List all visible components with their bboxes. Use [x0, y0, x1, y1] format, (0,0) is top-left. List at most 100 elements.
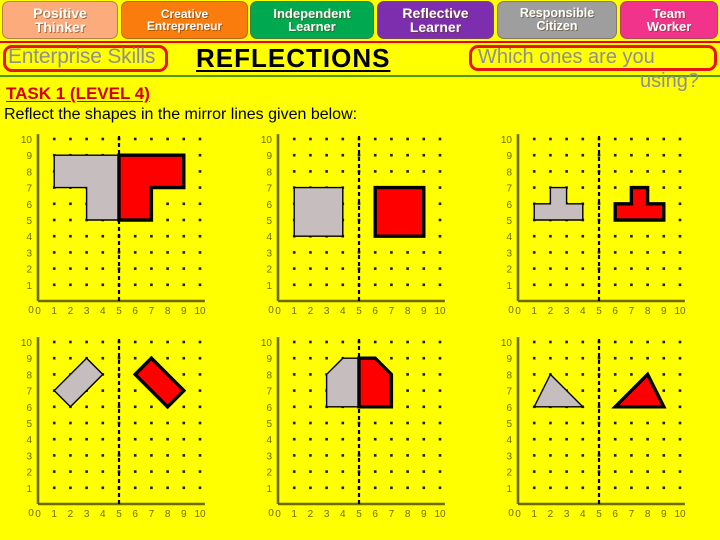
- svg-text:1: 1: [506, 484, 512, 495]
- svg-text:6: 6: [506, 200, 512, 211]
- svg-text:1: 1: [51, 306, 57, 317]
- reflection-grid-5: 0 1 2 3 4 5 6 7 8 9 10 0 1 2 3 4 5 6 7 8 9 10: [240, 336, 480, 539]
- svg-text:9: 9: [181, 306, 187, 317]
- svg-text:6: 6: [372, 509, 378, 520]
- original-rotated-rectangle: [53, 357, 104, 408]
- svg-text:4: 4: [266, 232, 272, 243]
- svg-text:8: 8: [165, 509, 171, 520]
- original-T-shape: [533, 186, 584, 221]
- svg-text:2: 2: [26, 468, 32, 479]
- skill-tab-reflective-learner[interactable]: Reflective Learner: [377, 1, 494, 39]
- svg-text:1: 1: [291, 306, 297, 317]
- svg-text:1: 1: [291, 509, 297, 520]
- enterprise-skills-label: Enterprise Skills: [8, 45, 156, 68]
- original-triangle: [533, 373, 585, 408]
- worksheet-grid-area: 0 1 2 3 4 5 6 7 8 9 10 0 1 2 3 4 5 6 7 8 9 10 0 1 2 3 4 5 6 7 8 9 10 0 1 2…: [0, 133, 720, 540]
- svg-text:0: 0: [268, 305, 274, 316]
- svg-text:7: 7: [389, 306, 395, 317]
- reflection-grid-3: 0 1 2 3 4 5 6 7 8 9 10 0 1 2 3 4 5 6 7 8 9 10: [480, 133, 720, 336]
- svg-text:2: 2: [68, 306, 74, 317]
- svg-text:8: 8: [266, 370, 272, 381]
- svg-text:9: 9: [661, 509, 667, 520]
- svg-text:8: 8: [405, 509, 411, 520]
- svg-text:2: 2: [266, 265, 272, 276]
- svg-text:7: 7: [506, 387, 512, 398]
- svg-text:4: 4: [340, 509, 346, 520]
- svg-text:5: 5: [506, 419, 512, 430]
- svg-text:5: 5: [266, 216, 272, 227]
- svg-text:4: 4: [340, 306, 346, 317]
- svg-text:7: 7: [506, 184, 512, 195]
- svg-text:1: 1: [266, 484, 272, 495]
- reflected-pentagon: [357, 356, 394, 409]
- svg-text:1: 1: [531, 306, 537, 317]
- svg-text:4: 4: [506, 435, 512, 446]
- skill-tab-line2: Thinker: [34, 19, 86, 35]
- skill-tab-responsible-citizen[interactable]: Responsible Citizen: [497, 1, 617, 39]
- svg-text:9: 9: [266, 151, 272, 162]
- svg-text:7: 7: [149, 509, 155, 520]
- svg-text:6: 6: [612, 509, 618, 520]
- skill-tab-positive-thinker[interactable]: Positive Thinker: [2, 1, 118, 39]
- svg-text:8: 8: [506, 167, 512, 178]
- skill-tab-independent-learner[interactable]: Independent Learner: [250, 1, 374, 39]
- skill-tab-team-worker[interactable]: Team Worker: [620, 1, 718, 39]
- svg-text:8: 8: [506, 370, 512, 381]
- svg-text:5: 5: [596, 509, 602, 520]
- prompt-line-2: using?: [640, 70, 699, 92]
- svg-text:5: 5: [356, 306, 362, 317]
- svg-text:9: 9: [506, 354, 512, 365]
- coordinate-grid-svg: 0 1 2 3 4 5 6 7 8 9 10012345678910: [261, 134, 446, 317]
- skill-tab-line2: Worker: [646, 19, 692, 34]
- svg-text:0: 0: [515, 306, 521, 317]
- grid-dots: [52, 340, 202, 490]
- skills-tab-strip: Positive Thinker Creative Entrepreneur I…: [0, 0, 720, 41]
- grid-axes: [516, 337, 685, 506]
- title-divider-green: [0, 75, 720, 77]
- svg-text:4: 4: [580, 509, 586, 520]
- svg-text:8: 8: [405, 306, 411, 317]
- svg-text:6: 6: [132, 306, 138, 317]
- svg-text:7: 7: [629, 306, 635, 317]
- skill-tab-line2: Learner: [409, 19, 462, 35]
- svg-text:7: 7: [26, 387, 32, 398]
- svg-text:10: 10: [674, 509, 686, 520]
- svg-text:10: 10: [261, 135, 273, 146]
- svg-text:10: 10: [501, 338, 513, 349]
- grid-tick-labels: 0 1 2 3 4 5 6 7 8 9 10012345678910: [501, 338, 686, 520]
- svg-text:5: 5: [266, 419, 272, 430]
- skill-tab-line1: Positive: [33, 4, 87, 21]
- svg-text:3: 3: [506, 451, 512, 462]
- coordinate-grid-svg: 0 1 2 3 4 5 6 7 8 9 10012345678910: [501, 337, 686, 520]
- task-instruction: Reflect the shapes in the mirror lines g…: [4, 106, 358, 123]
- svg-text:10: 10: [194, 306, 206, 317]
- svg-text:7: 7: [26, 184, 32, 195]
- svg-text:10: 10: [21, 135, 33, 146]
- svg-text:1: 1: [506, 281, 512, 292]
- svg-text:7: 7: [266, 387, 272, 398]
- svg-text:0: 0: [508, 305, 514, 316]
- svg-text:7: 7: [149, 306, 155, 317]
- svg-text:5: 5: [116, 306, 122, 317]
- skill-tab-creative-entrepreneur[interactable]: Creative Entrepreneur: [121, 1, 248, 39]
- svg-text:10: 10: [194, 509, 206, 520]
- svg-text:0: 0: [28, 305, 34, 316]
- svg-text:0: 0: [28, 508, 34, 519]
- svg-text:5: 5: [356, 509, 362, 520]
- svg-text:2: 2: [506, 265, 512, 276]
- reflection-grid-6: 0 1 2 3 4 5 6 7 8 9 10 0 1 2 3 4 5 6 7 8 9 10: [480, 336, 720, 539]
- svg-text:4: 4: [266, 435, 272, 446]
- svg-text:4: 4: [26, 435, 32, 446]
- svg-text:2: 2: [548, 509, 554, 520]
- svg-text:10: 10: [21, 338, 33, 349]
- svg-text:5: 5: [596, 306, 602, 317]
- svg-text:3: 3: [266, 248, 272, 259]
- skill-tab-line1: Reflective: [402, 4, 469, 21]
- svg-text:9: 9: [26, 151, 32, 162]
- skill-tab-line2: Entrepreneur: [146, 19, 223, 33]
- grid-axes: [36, 337, 205, 506]
- svg-text:1: 1: [266, 281, 272, 292]
- reflection-grid-4: 0 1 2 3 4 5 6 7 8 9 10 0 1 2 3 4 5 6 7 8 9 10: [0, 336, 240, 539]
- svg-text:8: 8: [26, 370, 32, 381]
- svg-text:9: 9: [421, 306, 427, 317]
